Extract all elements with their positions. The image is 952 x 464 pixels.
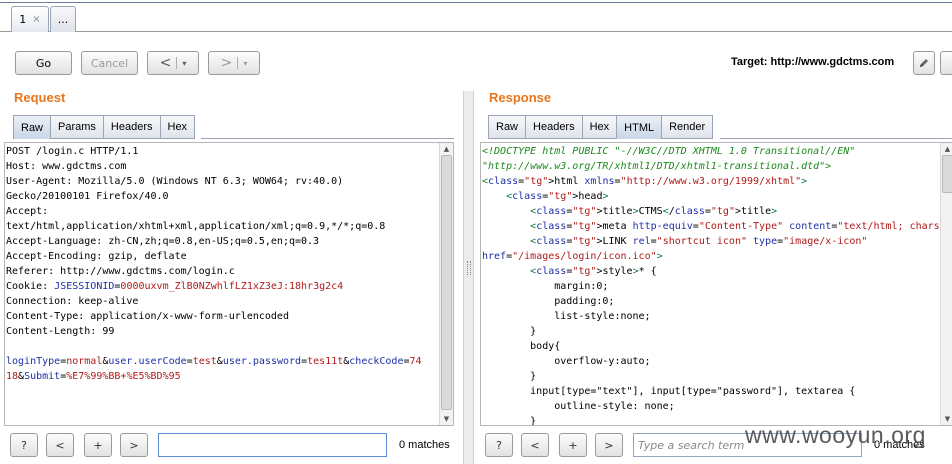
code-line: href="/images/login/icon.ico"> [482, 251, 663, 262]
code-line: Accept-Encoding: gzip, deflate [6, 251, 187, 262]
code-line: Gecko/20100101 Firefox/40.0 [6, 191, 169, 202]
request-raw-editor[interactable]: POST /login.c HTTP/1.1 Host: www.gdctms.… [4, 142, 454, 426]
search-next-button[interactable]: + [84, 433, 112, 457]
chevron-down-icon[interactable]: ▾ [243, 59, 247, 68]
search-prev-button[interactable]: < [46, 433, 74, 457]
scroll-up-icon[interactable]: ▲ [941, 143, 952, 155]
code-line: } [482, 326, 537, 337]
scroll-down-icon[interactable]: ▼ [440, 413, 453, 425]
request-search-bar: ? < + > 0 matches [0, 433, 462, 459]
request-panel: Request Raw Params Headers Hex POST /log… [0, 90, 462, 464]
code-line: } [482, 371, 537, 382]
code-line: 18&Submit=%E7%99%BB+%E5%BD%95 [6, 371, 181, 382]
code-line: Content-Type: application/x-www-form-url… [6, 311, 289, 322]
code-line: <class="tg">head [506, 191, 603, 202]
response-title: Response [489, 90, 552, 105]
cancel-button[interactable]: Cancel [81, 51, 138, 75]
tab-raw[interactable]: Raw [488, 115, 527, 139]
code-line: Connection: keep-alive [6, 296, 139, 307]
watermark: www.wooyun.org [745, 422, 926, 448]
forward-button[interactable]: > ▾ [208, 51, 260, 75]
code-line: Host: www.gdctms.com [6, 161, 127, 172]
help-button[interactable] [940, 51, 952, 75]
back-button[interactable]: < ▾ [147, 51, 199, 75]
response-scrollbar[interactable]: ▲ ▼ [940, 143, 952, 425]
tab-render[interactable]: Render [662, 115, 714, 139]
search-last-button[interactable]: > [120, 433, 148, 457]
code-line: <!DOCTYPE html PUBLIC "-//W3C//DTD XHTML… [482, 146, 856, 157]
code-line: Accept: [6, 206, 49, 217]
code-line: POST /login.c HTTP/1.1 [6, 146, 139, 157]
code-line: Accept-Language: zh-CN,zh;q=0.8,en-US;q=… [6, 236, 320, 247]
chevron-right-icon: > [220, 55, 233, 71]
search-next-button[interactable]: + [559, 433, 587, 457]
code-line: <class="tg">LINK [530, 236, 627, 247]
tab-raw[interactable]: Raw [13, 115, 52, 139]
tab-hex[interactable]: Hex [582, 115, 618, 139]
code-line: <class="tg">html [482, 176, 579, 187]
code-line: User-Agent: Mozilla/5.0 (Windows NT 6.3;… [6, 176, 344, 187]
tab-hex[interactable]: Hex [160, 115, 196, 139]
code-line: <class="tg">style [530, 266, 633, 277]
code-line: text/html,application/xhtml+xml,applicat… [6, 221, 386, 232]
edit-target-button[interactable] [913, 51, 935, 75]
tab-html[interactable]: HTML [617, 115, 663, 139]
pencil-icon [920, 59, 928, 67]
chevron-down-icon[interactable]: ▾ [182, 59, 186, 68]
request-search-input[interactable] [158, 433, 387, 457]
code-line: Referer: http://www.gdctms.com/login.c [6, 266, 235, 277]
new-tab-button[interactable]: ... [50, 6, 76, 32]
tab-headers[interactable]: Headers [526, 115, 583, 139]
code-line: padding:0; [482, 296, 615, 307]
request-title: Request [14, 90, 66, 105]
code-line: } [482, 416, 537, 426]
code-line: Cookie: JSESSIONID=0000uxvm_ZlB0NZwhlfLZ… [6, 281, 344, 292]
code-line: <class="tg">title [530, 206, 633, 217]
response-html-text[interactable]: <!DOCTYPE html PUBLIC "-//W3C//DTD XHTML… [482, 144, 952, 426]
response-tabs: Raw Headers Hex HTML Render [488, 115, 714, 139]
split-divider[interactable] [463, 91, 474, 464]
code-line: Content-Length: 99 [6, 326, 115, 337]
code-line: loginType=normal&user.userCode=test&user… [6, 356, 422, 367]
toolbar: Go Cancel < ▾ > ▾ Target: http://www.gdc… [0, 33, 952, 91]
chevron-left-icon: < [159, 55, 172, 71]
search-help-button[interactable]: ? [485, 433, 513, 457]
scroll-down-icon[interactable]: ▼ [941, 413, 952, 425]
go-button[interactable]: Go [15, 51, 72, 75]
request-scrollbar[interactable]: ▲ ▼ [439, 143, 453, 425]
response-panel: Response Raw Headers Hex HTML Render <!D… [475, 90, 952, 464]
request-raw-text[interactable]: POST /login.c HTTP/1.1 Host: www.gdctms.… [6, 144, 422, 384]
request-match-count: 0 matches [399, 439, 450, 451]
search-help-button[interactable]: ? [10, 433, 38, 457]
search-prev-button[interactable]: < [521, 433, 549, 457]
burp-repeater-window: 1 × ... Go Cancel < ▾ > ▾ Target: http:/… [0, 0, 952, 464]
repeater-tab-strip: 1 × ... [0, 0, 952, 32]
code-line: outline-style: none; [482, 401, 675, 412]
code-line: input[type="text"], input[type="password… [482, 386, 856, 397]
tab-params[interactable]: Params [51, 115, 104, 139]
close-icon[interactable]: × [32, 14, 40, 25]
scroll-up-icon[interactable]: ▲ [440, 143, 453, 155]
target-label: Target: http://www.gdctms.com [731, 56, 895, 68]
request-tabs: Raw Params Headers Hex [13, 115, 196, 139]
response-html-viewer[interactable]: <!DOCTYPE html PUBLIC "-//W3C//DTD XHTML… [480, 142, 952, 426]
repeater-tab-1[interactable]: 1 × [11, 6, 49, 32]
code-line: list-style:none; [482, 311, 651, 322]
tab-label: 1 [19, 13, 27, 26]
code-line: overflow-y:auto; [482, 356, 651, 367]
code-line: body{ [482, 341, 561, 352]
tab-headers[interactable]: Headers [103, 115, 161, 139]
code-line: <class="tg">meta [530, 221, 627, 232]
code-line: "http://www.w3.org/TR/xhtml1/DTD/xhtml1-… [482, 161, 832, 172]
code-line: margin:0; [482, 281, 609, 292]
search-last-button[interactable]: > [595, 433, 623, 457]
